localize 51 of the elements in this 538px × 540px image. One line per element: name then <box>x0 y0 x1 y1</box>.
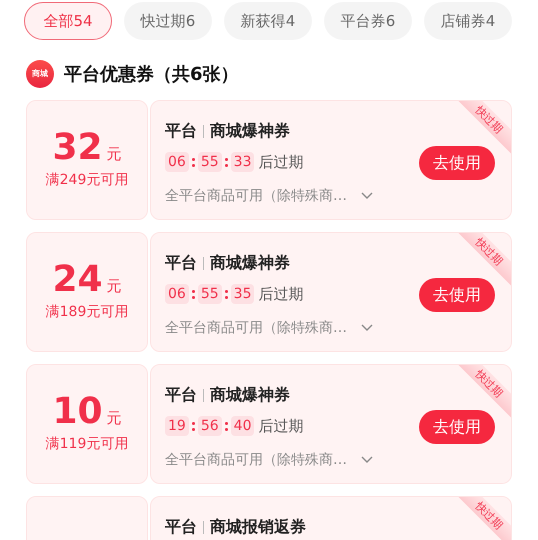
timer-separator-icon <box>192 290 195 299</box>
filter-tab[interactable]: 全部54 <box>24 2 112 40</box>
countdown-digits: 19 <box>165 416 189 436</box>
countdown-digits: 56 <box>198 416 222 436</box>
countdown-digits: 55 <box>198 152 222 172</box>
chevron-down-icon[interactable] <box>361 324 373 332</box>
coupon-title: 商城报销返券 <box>210 516 306 538</box>
filter-tab[interactable]: 平台券6 <box>324 2 412 40</box>
filter-tab[interactable]: 快过期6 <box>124 2 212 40</box>
countdown-digits: 35 <box>230 284 254 304</box>
filter-tab[interactable]: 新获得4 <box>224 2 312 40</box>
coupon-condition: 满249元可用 <box>46 170 128 190</box>
coupon-description: 全平台商品可用（除特殊商… <box>165 318 347 338</box>
coupon-source: 平台 <box>165 252 197 274</box>
coupon-condition: 满189元可用 <box>46 302 128 322</box>
countdown-digits: 55 <box>198 284 222 304</box>
coupon-amount: 32 <box>52 130 103 166</box>
timer-separator-icon <box>224 290 228 299</box>
coupon-description: 全平台商品可用（除特殊商… <box>165 186 347 206</box>
coupon-source: 平台 <box>165 120 197 142</box>
section-title: 平台优惠券（共6张） <box>64 62 239 86</box>
coupon-amount: 10 <box>52 394 103 430</box>
coupon-title: 商城爆神券 <box>210 384 290 406</box>
use-coupon-button[interactable]: 去使用 <box>419 146 495 180</box>
coupon-source: 平台 <box>165 516 197 538</box>
coupon-unit: 元 <box>106 144 122 164</box>
coupon-unit: 元 <box>106 408 122 428</box>
coupon-amount: 24 <box>52 262 103 298</box>
expiry-label: 后过期 <box>258 152 304 173</box>
countdown-digits: 06 <box>165 152 189 172</box>
countdown-digits: 33 <box>230 152 254 172</box>
timer-separator-icon <box>192 422 195 431</box>
timer-separator-icon <box>192 158 195 167</box>
coupon-unit: 元 <box>106 276 122 296</box>
chevron-down-icon[interactable] <box>361 192 373 200</box>
use-coupon-button[interactable]: 去使用 <box>419 410 495 444</box>
countdown-digits: 40 <box>230 416 254 436</box>
countdown-digits: 06 <box>165 284 189 304</box>
timer-separator-icon <box>224 422 228 431</box>
chevron-down-icon[interactable] <box>361 456 373 464</box>
coupon-source: 平台 <box>165 384 197 406</box>
expiry-label: 后过期 <box>258 416 304 437</box>
coupon-title: 商城爆神券 <box>210 252 290 274</box>
coupon-condition: 满119元可用 <box>46 434 128 454</box>
timer-separator-icon <box>224 158 228 167</box>
filter-tab[interactable]: 店铺券4 <box>424 2 512 40</box>
coupon-description: 全平台商品可用（除特殊商… <box>165 450 347 470</box>
coupon-title: 商城爆神券 <box>210 120 290 142</box>
mall-bag-icon: 商城 <box>26 60 54 88</box>
expiry-label: 后过期 <box>258 284 304 305</box>
use-coupon-button[interactable]: 去使用 <box>419 278 495 312</box>
